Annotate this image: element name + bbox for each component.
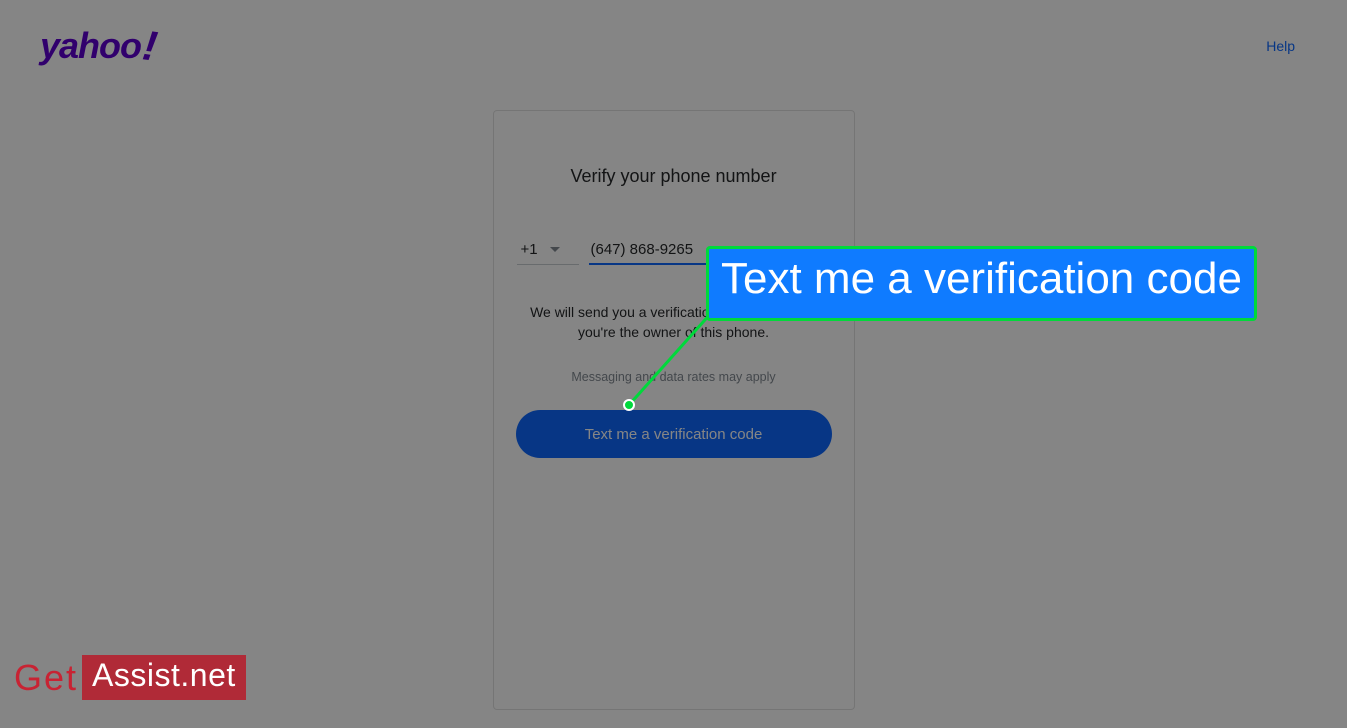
rates-text: Messaging and data rates may apply	[516, 370, 832, 384]
logo-exclaim-icon: !	[140, 21, 160, 70]
logo-text: yahoo	[40, 25, 141, 67]
country-code-select[interactable]: +1	[517, 237, 579, 265]
main-area: Verify your phone number +1 We will send…	[0, 92, 1347, 710]
verify-card: Verify your phone number +1 We will send…	[493, 110, 855, 710]
watermark-right: Assist.net	[82, 655, 246, 700]
callout-dot	[623, 399, 635, 411]
text-verification-button[interactable]: Text me a verification code	[516, 410, 832, 458]
page-header: yahoo! Help	[0, 0, 1347, 92]
annotation-callout: Text me a verification code	[706, 246, 1257, 321]
card-title: Verify your phone number	[516, 166, 832, 187]
watermark-left: Get	[14, 657, 78, 699]
yahoo-logo: yahoo!	[40, 22, 156, 70]
help-link[interactable]: Help	[1266, 38, 1295, 54]
chevron-down-icon	[550, 247, 560, 252]
watermark: Get Assist.net	[14, 655, 246, 700]
country-code-value: +1	[521, 241, 538, 258]
